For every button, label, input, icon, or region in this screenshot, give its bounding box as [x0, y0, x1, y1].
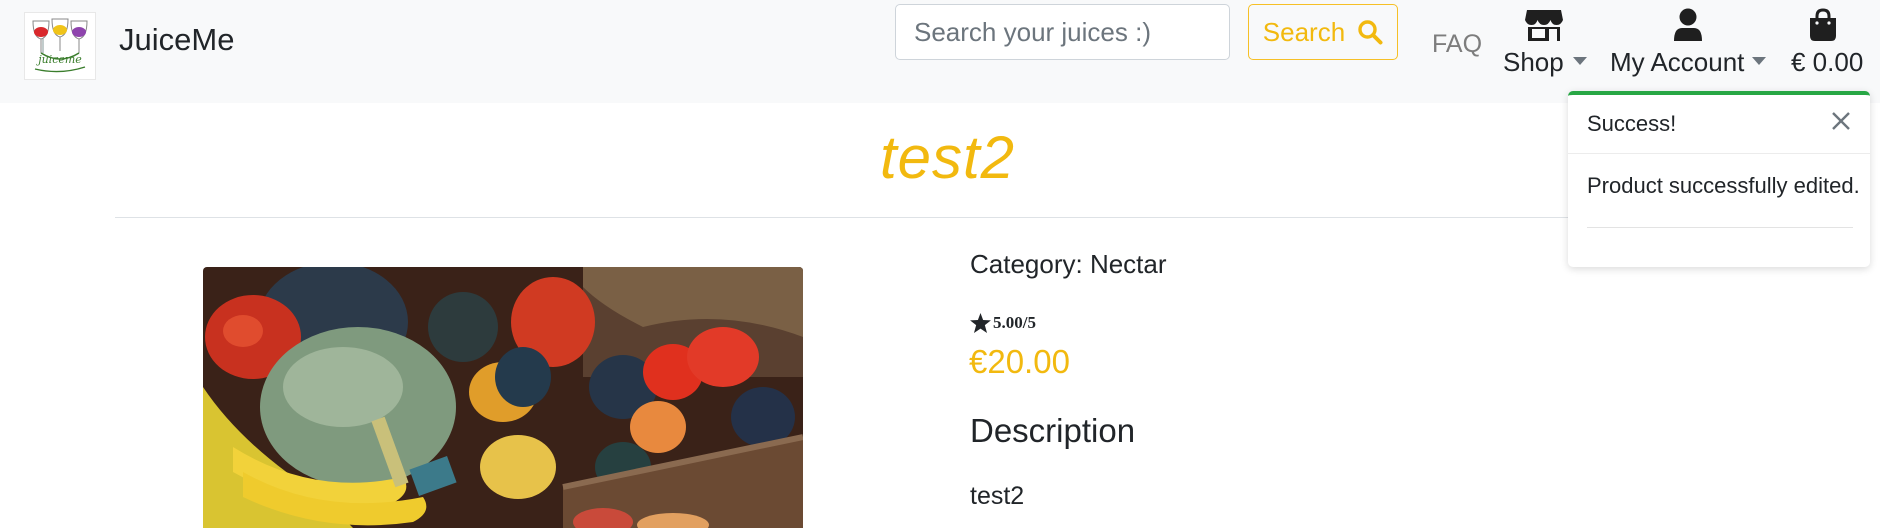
navbar: juiceme JuiceMe Search FAQ Shop My Accou… — [0, 0, 1880, 103]
product-price: €20.00 — [969, 343, 1070, 380]
star-icon — [970, 313, 991, 333]
close-icon — [1832, 112, 1850, 130]
product-image — [203, 267, 803, 528]
product-rating: 5.00/5 — [970, 313, 1036, 333]
description-heading: Description — [970, 412, 1136, 449]
user-icon[interactable] — [1673, 8, 1703, 42]
nav-faq-link[interactable]: FAQ — [1432, 30, 1482, 59]
search-icon — [1358, 20, 1383, 45]
toast-header: Success! — [1568, 95, 1870, 154]
toast-title: Success! — [1587, 111, 1677, 136]
nav-account-dropdown[interactable]: My Account — [1610, 47, 1744, 78]
rating-value: 5.00/5 — [993, 313, 1036, 332]
description-text: test2 — [970, 482, 1025, 510]
brand-name[interactable]: JuiceMe — [119, 22, 234, 58]
search-button[interactable]: Search — [1248, 4, 1398, 60]
search-button-label: Search — [1262, 16, 1346, 47]
success-toast: Success! Product successfully edited. — [1568, 91, 1870, 267]
account-chevron-down-icon[interactable] — [1752, 57, 1766, 65]
svg-text:juiceme: juiceme — [35, 53, 82, 66]
product-category: Category: Nectar — [970, 249, 1167, 279]
brand-logo[interactable]: juiceme — [24, 12, 96, 80]
shop-chevron-down-icon[interactable] — [1573, 57, 1587, 65]
toast-message: Product successfully edited. — [1587, 173, 1860, 198]
shopping-bag-icon[interactable] — [1808, 8, 1838, 42]
toast-divider — [1587, 227, 1853, 228]
shop-icon[interactable] — [1524, 8, 1564, 42]
nav-shop-dropdown[interactable]: Shop — [1503, 47, 1564, 78]
toast-close-button[interactable] — [1828, 108, 1854, 134]
cart-total[interactable]: € 0.00 — [1791, 47, 1863, 78]
title-divider — [115, 217, 1765, 218]
search-input[interactable] — [895, 4, 1230, 60]
